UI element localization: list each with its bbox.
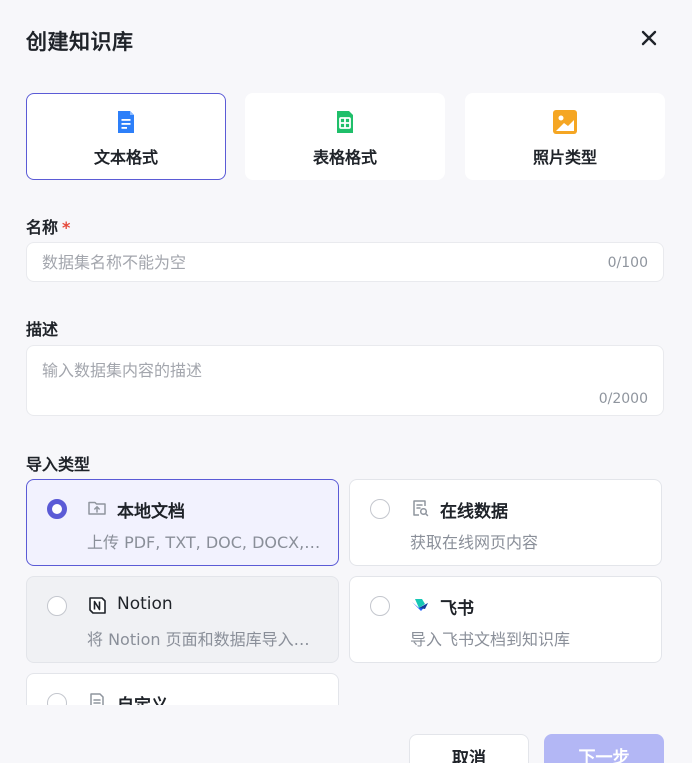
close-button[interactable] [636, 25, 662, 51]
create-knowledge-base-dialog: 创建知识库 文本格式 表格格式 照片类型 名称 * 数据集名称不能为空 0/10… [0, 0, 692, 763]
radio-button[interactable] [47, 596, 67, 616]
option-title: Notion [117, 594, 173, 614]
description-field[interactable]: 0/2000 [26, 345, 664, 416]
radio-button[interactable] [47, 693, 67, 705]
import-option-custom[interactable]: 自定义 [26, 673, 339, 705]
radio-button[interactable] [370, 499, 390, 519]
dialog-title: 创建知识库 [26, 30, 134, 54]
web-page-search-icon [413, 500, 429, 517]
option-description: 导入飞书文档到知识库 [410, 630, 571, 649]
tab-text-format[interactable]: 文本格式 [26, 93, 226, 180]
description-counter: 0/2000 [598, 391, 648, 407]
import-option-notion[interactable]: Notion 将 Notion 页面和数据库导入知识库 [26, 576, 339, 663]
name-label: 名称 * [26, 218, 71, 237]
next-button[interactable]: 下一步 [544, 734, 664, 763]
table-icon [337, 111, 353, 133]
import-option-local-document[interactable]: 本地文档 上传 PDF, TXT, DOC, DOCX, MD 格式的本地文件 [26, 479, 339, 566]
feishu-icon [412, 599, 428, 611]
tab-table-format[interactable]: 表格格式 [245, 93, 445, 180]
description-label: 描述 [26, 320, 59, 339]
name-input[interactable] [42, 253, 602, 272]
option-title: 自定义 [117, 691, 168, 705]
option-title: 本地文档 [117, 502, 185, 522]
notion-icon [89, 597, 106, 614]
custom-document-icon [90, 693, 104, 705]
option-description: 上传 PDF, TXT, DOC, DOCX, MD 格式的本地文件 [87, 533, 323, 552]
image-icon [553, 110, 577, 134]
options-scroll-area: 自定义 [0, 660, 692, 705]
option-title: 在线数据 [440, 502, 508, 522]
tab-label: 文本格式 [93, 148, 158, 167]
required-mark: * [62, 218, 71, 237]
tab-photo-type[interactable]: 照片类型 [465, 93, 665, 180]
import-type-label: 导入类型 [26, 455, 91, 474]
folder-upload-icon [88, 501, 106, 515]
option-description: 将 Notion 页面和数据库导入知识库 [87, 630, 323, 649]
description-input[interactable] [42, 357, 602, 407]
option-title: 飞书 [440, 599, 474, 619]
tab-label: 表格格式 [312, 148, 377, 167]
radio-button[interactable] [47, 499, 67, 519]
cancel-button[interactable]: 取消 [409, 734, 529, 763]
radio-button[interactable] [370, 596, 390, 616]
close-icon [641, 30, 657, 46]
name-field[interactable]: 0/100 [26, 242, 664, 282]
tab-label: 照片类型 [532, 148, 597, 167]
import-option-online-data[interactable]: 在线数据 获取在线网页内容 [349, 479, 662, 566]
import-option-feishu[interactable]: 飞书 导入飞书文档到知识库 [349, 576, 662, 663]
name-counter: 0/100 [607, 255, 648, 271]
option-description: 获取在线网页内容 [410, 533, 539, 552]
document-icon [118, 111, 134, 133]
